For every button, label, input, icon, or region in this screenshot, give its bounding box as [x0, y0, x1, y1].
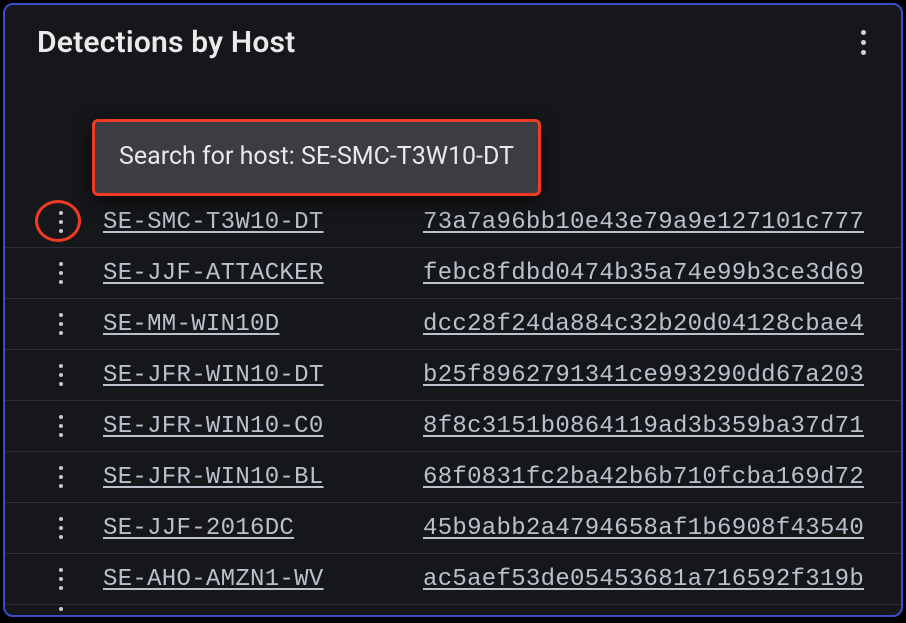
more-vertical-icon	[59, 262, 63, 284]
table-row: SE-JFR-WIN10-C0 8f8c3151b0864119ad3b359b…	[5, 401, 901, 452]
hash-link[interactable]: dcc28f24da884c32b20d04128cbae4	[423, 311, 901, 338]
row-actions-button[interactable]	[19, 568, 103, 590]
more-vertical-icon	[59, 607, 63, 616]
more-vertical-icon	[861, 30, 866, 55]
host-link[interactable]: SE-JJF-ATTACKER	[103, 260, 423, 287]
row-actions-button[interactable]	[19, 517, 103, 539]
more-vertical-icon	[59, 568, 63, 590]
row-actions-button[interactable]	[19, 466, 103, 488]
table-row: SE-MM-WIN10D dcc28f24da884c32b20d04128cb…	[5, 299, 901, 350]
host-link[interactable]: SE-JFR-WIN10-C0	[103, 413, 423, 440]
hash-link[interactable]: 68f0831fc2ba42b6b710fcba169d72	[423, 464, 901, 491]
row-actions-button[interactable]	[19, 364, 103, 386]
hash-link[interactable]: 8f8c3151b0864119ad3b359ba37d71	[423, 413, 901, 440]
row-actions-button[interactable]	[19, 262, 103, 284]
more-vertical-icon	[59, 466, 63, 488]
more-vertical-icon	[59, 313, 63, 335]
row-actions-button[interactable]	[19, 211, 103, 233]
context-menu-item-label: Search for host: SE-SMC-T3W10-DT	[119, 142, 514, 171]
hash-link[interactable]: b25f8962791341ce993290dd67a203	[423, 362, 901, 389]
table-row: SE-AHO-AMZN1-WV ac5aef53de05453681a71659…	[5, 554, 901, 605]
more-vertical-icon	[59, 364, 63, 386]
more-vertical-icon	[59, 517, 63, 539]
detections-table: SE-SMC-T3W10-DT 73a7a96bb10e43e79a9e1271…	[5, 197, 901, 615]
hash-link[interactable]: febc8fdbd0474b35a74e99b3ce3d69	[423, 260, 901, 287]
panel-title: Detections by Host	[37, 25, 295, 60]
panel-menu-button[interactable]	[851, 28, 875, 58]
hash-link[interactable]: ac5aef53de05453681a716592f319b	[423, 566, 901, 593]
table-row: SE-JFR-WIN10-BL 68f0831fc2ba42b6b710fcba…	[5, 452, 901, 503]
detections-panel: Detections by Host Search for host: SE-S…	[3, 3, 903, 617]
row-actions-button[interactable]	[19, 415, 103, 437]
row-actions-button[interactable]	[19, 607, 103, 616]
more-vertical-icon	[59, 415, 63, 437]
row-actions-button[interactable]	[19, 313, 103, 335]
host-link[interactable]: SE-SMC-T3W10-DT	[103, 209, 423, 236]
table-row: SE-SMC-T3W10-DT 73a7a96bb10e43e79a9e1271…	[5, 197, 901, 248]
table-row: SE-MM-WIN10C 1cb850e8c37e4601a98b94b56e3…	[5, 605, 901, 615]
hash-link[interactable]: 45b9abb2a4794658af1b6908f43540	[423, 515, 901, 542]
host-link[interactable]: SE-AHO-AMZN1-WV	[103, 566, 423, 593]
host-link[interactable]: SE-JJF-2016DC	[103, 515, 423, 542]
context-menu-search-host[interactable]: Search for host: SE-SMC-T3W10-DT	[92, 119, 541, 196]
table-row: SE-JJF-2016DC 45b9abb2a4794658af1b6908f4…	[5, 503, 901, 554]
table-row: SE-JFR-WIN10-DT b25f8962791341ce993290dd…	[5, 350, 901, 401]
table-row: SE-JJF-ATTACKER febc8fdbd0474b35a74e99b3…	[5, 248, 901, 299]
hash-link[interactable]: 73a7a96bb10e43e79a9e127101c777	[423, 209, 901, 236]
panel-header: Detections by Host	[5, 5, 901, 68]
host-link[interactable]: SE-JFR-WIN10-DT	[103, 362, 423, 389]
more-vertical-icon	[59, 211, 63, 233]
host-link[interactable]: SE-JFR-WIN10-BL	[103, 464, 423, 491]
host-link[interactable]: SE-MM-WIN10D	[103, 311, 423, 338]
